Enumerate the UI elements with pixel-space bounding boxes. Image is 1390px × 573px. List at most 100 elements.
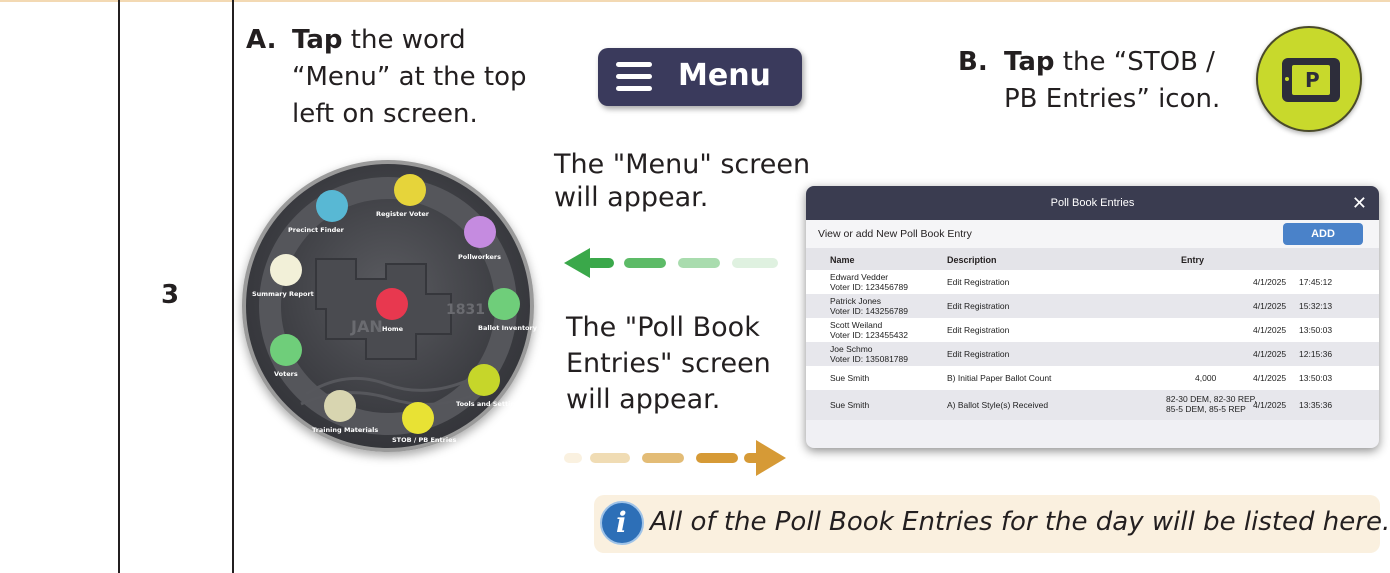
row-voter-id: Voter ID: 135081789: [830, 354, 908, 364]
table-divider-right: [232, 0, 234, 573]
menu-button[interactable]: Menu: [598, 48, 802, 106]
row-description: Edit Registration: [947, 301, 1010, 311]
row-date: 4/1/2025: [1253, 277, 1287, 287]
row-date: 4/1/2025: [1253, 400, 1287, 410]
top-border: [0, 0, 1390, 2]
instruction-b-verb: Tap: [1004, 47, 1055, 77]
row-time: 12:15:36: [1299, 349, 1333, 359]
row-time: 17:45:12: [1299, 277, 1333, 287]
table-row[interactable]: Joe Schmo Voter ID: 135081789 Edit Regis…: [806, 342, 1379, 366]
table-divider-left: [118, 0, 120, 573]
row-voter-id: Voter ID: 123456789: [830, 282, 908, 292]
row-name: Scott Weiland: [830, 320, 883, 330]
arrow-left-icon: [564, 248, 778, 278]
stob-pb-entries-wheel-icon[interactable]: [402, 402, 434, 434]
instruction-a-verb: Tap: [292, 25, 343, 55]
tools-settings-label: Tools and Settings: [456, 400, 524, 408]
register-voter-label: Register Voter: [376, 210, 430, 218]
header-entry: Entry: [1181, 255, 1205, 265]
table-row[interactable]: Edward Vedder Voter ID: 123456789 Edit R…: [806, 270, 1379, 294]
tools-settings-icon[interactable]: [468, 364, 500, 396]
home-icon[interactable]: [376, 288, 408, 320]
precinct-finder-label: Precinct Finder: [288, 226, 344, 234]
stob-icon-glyph: P: [1305, 68, 1320, 92]
stob-pb-entries-wheel-label: STOB / PB Entries: [392, 436, 457, 444]
seal-text: 1831: [446, 302, 485, 318]
ballot-inventory-label: Ballot Inventory: [478, 324, 537, 332]
poll-book-subtitle: View or add New Poll Book Entry: [818, 228, 972, 240]
table-row[interactable]: Sue Smith A) Ballot Style(s) Received 82…: [806, 390, 1379, 420]
table-row[interactable]: Sue Smith B) Initial Paper Ballot Count …: [806, 366, 1379, 390]
row-time: 15:32:13: [1299, 301, 1333, 311]
instruction-b-line1: the “STOB /: [1054, 47, 1215, 77]
pb-screen-note-line3: will appear.: [566, 384, 721, 415]
home-label: Home: [382, 325, 404, 333]
menu-screen-note: The "Menu" screen will appear.: [554, 148, 810, 214]
tablet-icon: P: [1282, 58, 1340, 102]
info-note: i All of the Poll Book Entries for the d…: [594, 495, 1390, 553]
menu-screen-note-line1: The "Menu" screen: [554, 149, 811, 180]
instruction-a-line2: “Menu” at the top: [292, 62, 527, 92]
row-date: 4/1/2025: [1253, 301, 1287, 311]
poll-book-subbar: View or add New Poll Book Entry ADD: [806, 220, 1379, 248]
row-time: 13:35:36: [1299, 400, 1333, 410]
info-note-text: All of the Poll Book Entries for the day…: [650, 507, 1390, 537]
hamburger-icon: [616, 62, 652, 92]
row-description: Edit Registration: [947, 325, 1010, 335]
row-voter-id: Voter ID: 123455432: [830, 330, 908, 340]
row-voter-id: Voter ID: 143256789: [830, 306, 908, 316]
instruction-a-line3: left on screen.: [292, 99, 478, 129]
svg-text:JAN: JAN: [350, 317, 383, 336]
instruction-a: A. Tap the word “Menu” at the top left o…: [246, 22, 576, 142]
row-time: 13:50:03: [1299, 325, 1333, 335]
pb-screen-note-line2: Entries" screen: [566, 348, 771, 379]
row-name: Sue Smith: [830, 373, 870, 383]
table-row[interactable]: Patrick Jones Voter ID: 143256789 Edit R…: [806, 294, 1379, 318]
pb-screen-note-line1: The "Poll Book: [566, 312, 760, 343]
row-name: Joe Schmo: [830, 344, 873, 354]
row-name: Edward Vedder: [830, 272, 889, 282]
summary-report-label: Summary Report: [252, 290, 314, 298]
row-date: 4/1/2025: [1253, 349, 1287, 359]
pollworkers-icon[interactable]: [464, 216, 496, 248]
menu-button-label: Menu: [678, 58, 771, 93]
training-materials-label: Training Materials: [312, 426, 379, 434]
training-materials-icon[interactable]: [324, 390, 356, 422]
row-entry: 82-30 DEM, 82-30 REP,: [1166, 394, 1257, 404]
ballot-inventory-icon[interactable]: [488, 288, 520, 320]
header-name: Name: [830, 255, 855, 265]
row-description: A) Ballot Style(s) Received: [947, 400, 1049, 410]
row-entry-line2: 85-5 DEM, 85-5 REP: [1166, 404, 1246, 414]
row-description: Edit Registration: [947, 277, 1010, 287]
close-icon[interactable]: ✕: [1352, 186, 1367, 220]
pollworkers-label: Pollworkers: [458, 253, 501, 261]
register-voter-icon[interactable]: [394, 174, 426, 206]
row-date: 4/1/2025: [1253, 325, 1287, 335]
instruction-b-letter: B.: [958, 47, 988, 77]
step-number: 3: [160, 280, 180, 310]
precinct-finder-icon[interactable]: [316, 190, 348, 222]
row-date: 4/1/2025: [1253, 373, 1287, 383]
row-time: 13:50:03: [1299, 373, 1333, 383]
instruction-b-line2: PB Entries” icon.: [1004, 84, 1221, 114]
instruction-b: B. Tap the “STOB / PB Entries” icon.: [958, 44, 1248, 134]
instruction-a-line1: the word: [342, 25, 466, 55]
poll-book-entries-window: Poll Book Entries ✕ View or add New Poll…: [806, 186, 1379, 448]
arrow-right-icon: [564, 440, 786, 476]
info-icon: i: [600, 501, 644, 545]
voters-icon[interactable]: [270, 334, 302, 366]
instruction-a-letter: A.: [246, 25, 277, 55]
summary-report-icon[interactable]: [270, 254, 302, 286]
menu-wheel-screenshot: 1831 JAN Register Voter Precinct Finder …: [242, 160, 537, 452]
stob-pb-entries-icon[interactable]: P: [1256, 26, 1362, 132]
table-header: Name Description Entry: [806, 248, 1379, 270]
poll-book-titlebar: Poll Book Entries ✕: [806, 186, 1379, 220]
row-name: Sue Smith: [830, 400, 870, 410]
row-entry: 4,000: [1195, 373, 1217, 383]
table-row[interactable]: Scott Weiland Voter ID: 123455432 Edit R…: [806, 318, 1379, 342]
pb-screen-note: The "Poll Book Entries" screen will appe…: [566, 310, 771, 418]
voters-label: Voters: [274, 370, 298, 378]
add-button[interactable]: ADD: [1283, 223, 1363, 245]
header-description: Description: [947, 255, 997, 265]
poll-book-title: Poll Book Entries: [1050, 197, 1135, 209]
